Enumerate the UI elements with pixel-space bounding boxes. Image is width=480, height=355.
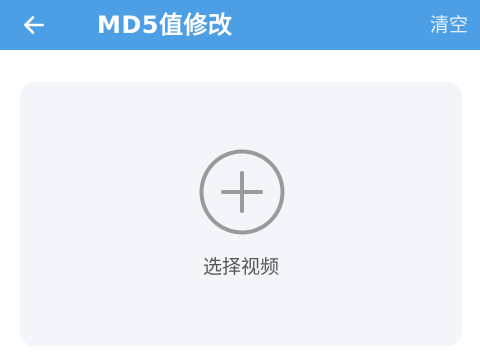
plus-circle-icon [199,149,285,235]
page-title: MD5值修改 [97,11,233,39]
app-header: MD5值修改 清空 [0,0,480,50]
arrow-left-icon [24,16,44,34]
select-video-area[interactable]: 选择视频 [20,82,462,346]
clear-button[interactable]: 清空 [430,0,468,50]
back-button[interactable] [14,5,54,45]
select-video-label: 选择视频 [202,256,279,278]
